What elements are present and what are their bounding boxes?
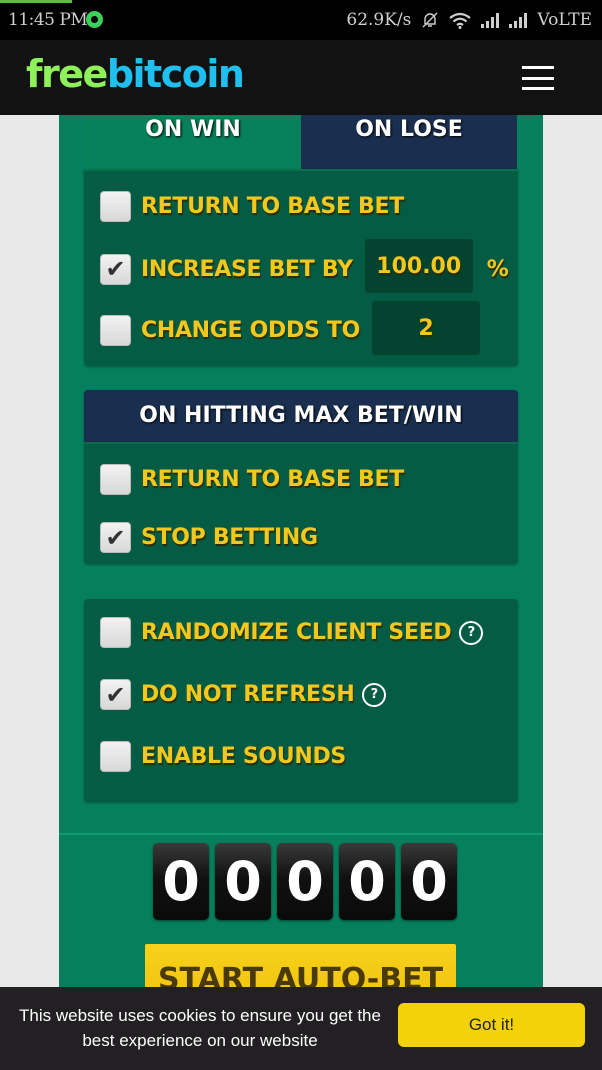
signal-icon (481, 12, 500, 28)
hamburger-menu-icon[interactable] (522, 66, 554, 90)
return-to-base-checkbox[interactable] (100, 191, 131, 222)
logo-text-free: free (26, 52, 108, 96)
misc-options: RANDOMIZE CLIENT SEED ? ✔ DO NOT REFRESH… (84, 599, 518, 802)
tab-on-win[interactable]: ON WIN (85, 115, 301, 169)
change-odds-label: CHANGE ODDS TO (141, 317, 360, 343)
tab-on-lose[interactable]: ON LOSE (301, 115, 517, 169)
counter-digit: 0 (215, 843, 271, 920)
option-stop-betting: ✔ STOP BETTING (100, 522, 318, 553)
stop-betting-checkbox[interactable]: ✔ (100, 522, 131, 553)
option-randomize-seed: RANDOMIZE CLIENT SEED ? (100, 617, 484, 648)
help-icon[interactable]: ? (459, 620, 484, 645)
wifi-icon (449, 12, 472, 29)
do-not-refresh-label: DO NOT REFRESH (141, 682, 355, 707)
increase-bet-checkbox[interactable]: ✔ (100, 253, 131, 285)
site-logo[interactable]: freebitcoin (26, 52, 245, 96)
bet-counter: 0 0 0 0 0 (153, 843, 457, 920)
option-enable-sounds: ENABLE SOUNDS (100, 741, 346, 772)
increase-bet-input[interactable]: 100.00 (364, 239, 473, 293)
counter-digit: 0 (277, 843, 333, 920)
checkmark-icon: ✔ (105, 523, 126, 552)
return-to-base-label: RETURN TO BASE BET (141, 194, 404, 219)
bell-muted-icon (422, 12, 438, 28)
percent-unit: % (486, 256, 509, 282)
option-max-return-to-base: RETURN TO BASE BET (100, 464, 404, 495)
max-bet-options: ON HITTING MAX BET/WIN RETURN TO BASE BE… (84, 390, 518, 564)
cookie-message: This website uses cookies to ensure you … (19, 1006, 381, 1050)
counter-digit: 0 (339, 843, 395, 920)
help-icon[interactable]: ? (362, 682, 387, 707)
enable-sounds-checkbox[interactable] (100, 741, 131, 772)
option-increase-bet: ✔ INCREASE BET BY 100.00 % (100, 239, 509, 293)
on-win-options: RETURN TO BASE BET ✔ INCREASE BET BY 100… (84, 169, 518, 366)
do-not-refresh-checkbox[interactable]: ✔ (100, 679, 131, 710)
checkmark-icon: ✔ (105, 255, 126, 283)
status-time: 11:45 PM (8, 10, 88, 30)
max-return-to-base-checkbox[interactable] (100, 464, 131, 495)
enable-sounds-label: ENABLE SOUNDS (141, 744, 346, 769)
change-odds-input[interactable]: 2 (371, 301, 480, 355)
randomize-seed-checkbox[interactable] (100, 617, 131, 648)
counter-digit: 0 (153, 843, 209, 920)
max-bet-title: ON HITTING MAX BET/WIN (84, 390, 518, 444)
max-return-to-base-label: RETURN TO BASE BET (141, 467, 404, 492)
cookie-accept-button[interactable]: Got it! (398, 1003, 585, 1047)
section-divider (59, 833, 543, 835)
site-header: freebitcoin (0, 40, 602, 115)
network-label: VoLTE (537, 10, 592, 30)
option-return-to-base: RETURN TO BASE BET (100, 191, 404, 222)
option-do-not-refresh: ✔ DO NOT REFRESH ? (100, 679, 387, 710)
randomize-seed-label: RANDOMIZE CLIENT SEED (141, 620, 452, 645)
option-change-odds: CHANGE ODDS TO 2 (100, 301, 480, 355)
bet-result-tabs: ON WIN ON LOSE (85, 115, 517, 169)
change-odds-checkbox[interactable] (100, 314, 131, 346)
net-speed: 62.9K/s (346, 10, 412, 30)
page-load-progress (0, 0, 72, 3)
signal-icon (509, 12, 528, 28)
checkmark-icon: ✔ (105, 680, 126, 709)
logo-text-bitcoin: bitcoin (106, 52, 245, 96)
cookie-banner: This website uses cookies to ensure you … (0, 987, 602, 1070)
status-bar: 11:45 PM 62.9K/s VoLTE (0, 0, 602, 40)
auto-bet-panel: ON WIN ON LOSE RETURN TO BASE BET ✔ INCR… (59, 115, 543, 1070)
increase-bet-label: INCREASE BET BY (141, 256, 353, 282)
counter-digit: 0 (401, 843, 457, 920)
whatsapp-icon (86, 11, 103, 28)
stop-betting-label: STOP BETTING (141, 525, 318, 550)
